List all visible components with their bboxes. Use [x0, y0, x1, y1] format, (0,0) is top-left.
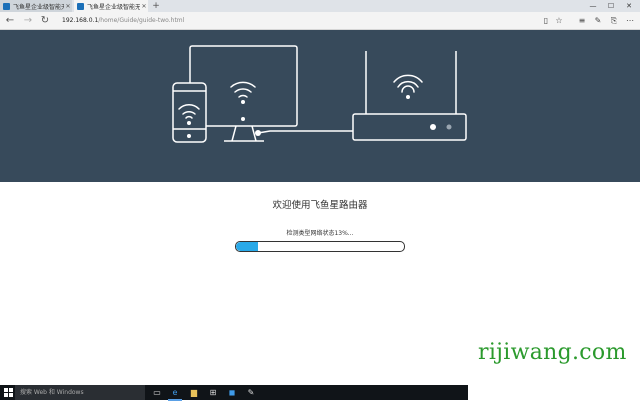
close-icon[interactable]: ✕: [140, 3, 148, 10]
status-text: 检测类型网络状态13%...: [286, 230, 354, 237]
app-icon[interactable]: ◼: [225, 386, 239, 399]
tab-inactive[interactable]: 飞鱼星企业级智能无线 | 科 ✕: [0, 0, 72, 12]
app-icon[interactable]: ✎: [244, 386, 258, 399]
task-view-icon[interactable]: ▭: [150, 386, 164, 399]
windows-start-icon[interactable]: [4, 388, 13, 397]
web-note-icon[interactable]: ✎: [592, 12, 604, 29]
new-tab-button[interactable]: +: [150, 0, 162, 12]
devices-illustration: [172, 45, 467, 143]
wifi-icon: [393, 74, 423, 93]
maximize-icon[interactable]: ☐: [604, 0, 618, 12]
url-path: /home/Guide/guide-two.html: [98, 17, 185, 24]
taskbar: 搜索 Web 和 Windows ▭ e ▆ ⊞ ◼ ✎: [0, 385, 468, 401]
close-icon[interactable]: ✕: [64, 3, 72, 10]
hub-icon[interactable]: ≡: [576, 12, 588, 29]
navigation-bar: ← → ↻ 192.168.0.1/home/Guide/guide-two.h…: [0, 12, 640, 30]
address-bar[interactable]: 192.168.0.1/home/Guide/guide-two.html: [62, 12, 184, 29]
forward-arrow-icon[interactable]: →: [21, 12, 35, 29]
share-icon[interactable]: ⎘: [608, 12, 620, 29]
window-close-icon[interactable]: ✕: [622, 0, 636, 12]
tab-label: 飞鱼星企业级智能无线: [87, 3, 140, 11]
site-favicon-icon: [77, 2, 84, 10]
cable-line: [257, 130, 353, 134]
wifi-icon: [230, 81, 256, 98]
url-host: 192.168.0.1: [62, 17, 99, 24]
store-icon[interactable]: ⊞: [206, 386, 220, 399]
page-title: 欢迎使用飞鱼星路由器: [272, 200, 368, 211]
hero-banner: [0, 30, 640, 182]
reading-view-icon[interactable]: ▯: [540, 12, 552, 29]
progress-fill: [236, 242, 258, 251]
site-favicon-icon: [3, 2, 10, 10]
edge-browser-icon[interactable]: e: [168, 386, 182, 401]
phone-icon: [172, 82, 207, 143]
taskbar-search[interactable]: 搜索 Web 和 Windows: [15, 385, 145, 400]
watermark-text: rijiwang.com: [478, 340, 627, 365]
search-placeholder: 搜索 Web 和 Windows: [20, 389, 84, 396]
more-icon[interactable]: ⋯: [624, 12, 636, 29]
minimize-icon[interactable]: —: [586, 0, 600, 12]
favorite-star-icon[interactable]: ☆: [553, 12, 565, 29]
file-explorer-icon[interactable]: ▆: [187, 386, 201, 399]
tab-bar: 飞鱼星企业级智能无线 | 科 ✕ 飞鱼星企业级智能无线 ✕ + — ☐ ✕: [0, 0, 640, 12]
refresh-icon[interactable]: ↻: [38, 12, 52, 29]
progress-bar: [235, 241, 405, 252]
tab-active[interactable]: 飞鱼星企业级智能无线 ✕: [74, 0, 148, 12]
tab-label: 飞鱼星企业级智能无线 | 科: [13, 3, 64, 11]
back-arrow-icon[interactable]: ←: [3, 12, 17, 29]
